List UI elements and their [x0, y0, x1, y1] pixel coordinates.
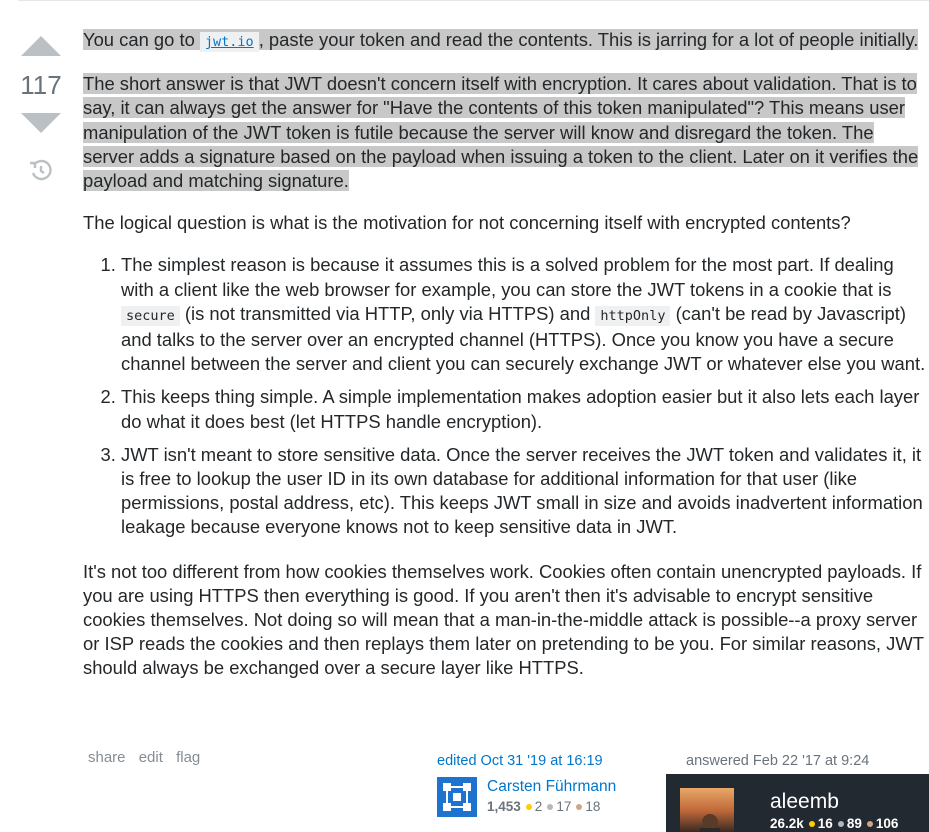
post-menu: share edit flag — [88, 749, 209, 766]
item1-text-a: The simplest reason is because it assume… — [121, 254, 894, 300]
answerer-silver-count: 89 — [846, 816, 862, 831]
editor-silver-count: 17 — [556, 799, 572, 814]
paragraph-intro: You can go to jwt.io, paste your token a… — [83, 28, 929, 54]
vote-cell: 117 — [18, 36, 64, 183]
editor-avatar[interactable] — [437, 777, 477, 817]
editor-rep-score: 1,453 — [487, 799, 521, 814]
paragraph-cookies: It's not too different from how cookies … — [83, 560, 924, 679]
list-item: The simplest reason is because it assume… — [121, 253, 929, 376]
short-answer-text: The short answer is that JWT doesn't con… — [83, 73, 919, 192]
answerer-avatar[interactable] — [680, 788, 734, 832]
silver-badge-icon — [547, 803, 554, 810]
vote-count: 117 — [20, 70, 62, 100]
gold-badge-icon — [525, 803, 532, 810]
answerer-gold-count: 16 — [817, 816, 833, 831]
jwt-io-link[interactable]: jwt.io — [205, 34, 254, 50]
edit-link[interactable]: edit — [139, 749, 163, 766]
edited-time-label[interactable]: edited Oct 31 '19 at 16:19 — [437, 753, 603, 769]
editor-bronze-count: 18 — [585, 799, 601, 814]
answerer-reputation: 26.2k 16 89 106 — [770, 816, 898, 831]
code-secure: secure — [121, 305, 180, 326]
bronze-badge-icon — [576, 803, 583, 810]
answer-body: You can go to jwt.io, paste your token a… — [83, 28, 929, 699]
answerer-bronze-count: 106 — [875, 816, 899, 831]
answered-time-label[interactable]: answered Feb 22 '17 at 9:24 — [686, 753, 869, 769]
silver-badge-icon — [837, 820, 844, 827]
item1-text-b: (is not transmitted via HTTP, only via H… — [179, 302, 596, 324]
editor-gold-count: 2 — [534, 799, 543, 814]
editor-reputation: 1,453 2 17 18 — [487, 799, 600, 814]
reasons-list: The simplest reason is because it assume… — [83, 253, 929, 539]
edited-time[interactable]: edited Oct 31 '19 at 16:19 — [437, 753, 603, 769]
list-item: This keeps thing simple. A simple implem… — [121, 385, 929, 433]
code-httponly: httpOnly — [595, 305, 671, 326]
gold-badge-icon — [808, 820, 815, 827]
intro-text-start: You can go to — [83, 29, 200, 50]
flag-link[interactable]: flag — [176, 749, 200, 766]
list-item: JWT isn't meant to store sensitive data.… — [121, 443, 929, 540]
downvote-arrow-icon[interactable] — [21, 113, 61, 133]
paragraph-question: The logical question is what is the moti… — [83, 212, 851, 234]
bronze-badge-icon — [866, 820, 873, 827]
share-link[interactable]: share — [88, 749, 126, 766]
intro-text-end: , paste your token and read the contents… — [258, 29, 919, 50]
answerer-name[interactable]: aleemb — [770, 790, 839, 814]
answerer-rep-score: 26.2k — [770, 816, 804, 831]
upvote-arrow-icon[interactable] — [21, 36, 61, 56]
paragraph-short-answer: The short answer is that JWT doesn't con… — [83, 72, 929, 193]
top-divider — [18, 0, 929, 1]
history-icon[interactable] — [28, 157, 54, 183]
editor-name[interactable]: Carsten Führmann — [487, 778, 616, 796]
